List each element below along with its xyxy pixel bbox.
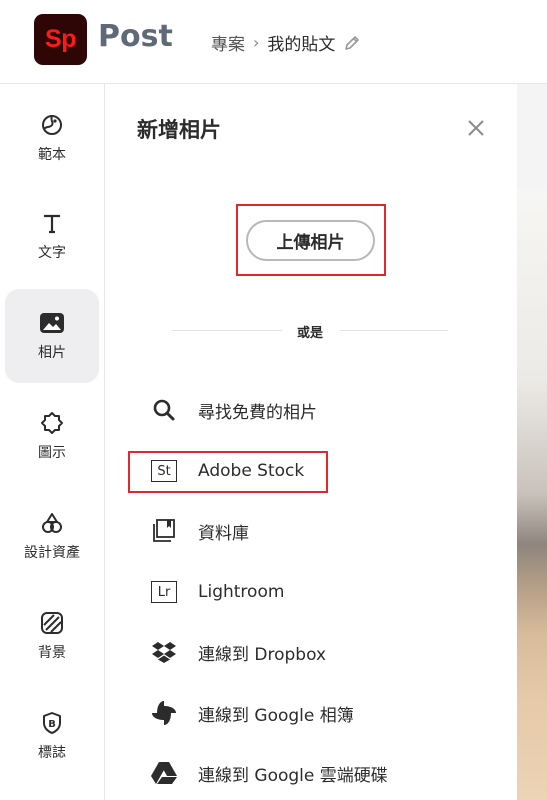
libraries-icon [150,517,178,545]
add-photo-panel: 新增相片 上傳相片 或是 尋找免費的相片 St Adobe Stock 資料庫 … [105,84,517,800]
preview-photo [517,189,547,800]
logo-text: Sp [45,25,76,53]
design-assets-icon [39,510,65,536]
app-header: Sp Post 專案 › 我的貼文 [0,0,547,84]
breadcrumb-current-title[interactable]: 我的貼文 [267,30,335,55]
source-dropbox[interactable]: 連線到 Dropbox [150,634,490,670]
source-label: 資料庫 [198,523,249,544]
breadcrumb: 專案 › 我的貼文 [211,30,361,55]
source-label: Lightroom [198,582,285,602]
rail-label: 相片 [38,345,66,361]
rail-item-brand[interactable]: B 標誌 [5,689,99,783]
rail-label: 設計資產 [24,545,80,561]
svg-text:B: B [48,719,56,730]
rail-item-design-assets[interactable]: 設計資產 [5,489,99,583]
search-icon [150,396,178,424]
image-icon [39,310,65,336]
canvas-preview[interactable] [517,84,547,800]
source-label: 連線到 Google 相簿 [198,705,354,726]
source-google-drive[interactable]: 連線到 Google 雲端硬碟 [150,755,490,791]
source-label: 連線到 Dropbox [198,644,327,665]
rail-label: 範本 [38,147,66,163]
left-rail: 範本 文字 相片 圖示 設計資產 背景 B 標誌 [0,84,105,800]
background-icon [39,610,65,636]
rail-label: 標誌 [38,745,66,761]
template-icon [39,112,65,138]
google-drive-icon [150,759,178,787]
google-photos-icon [150,699,178,727]
rail-item-templates[interactable]: 範本 [5,91,99,185]
close-icon[interactable] [465,117,487,139]
breadcrumb-projects-link[interactable]: 專案 [211,30,245,55]
text-icon [39,210,65,236]
panel-title: 新增相片 [137,118,221,142]
source-lightroom[interactable]: Lr Lightroom [150,574,490,610]
source-adobe-stock[interactable]: St Adobe Stock [150,453,490,489]
rail-item-icons[interactable]: 圖示 [5,389,99,483]
upload-photo-button[interactable]: 上傳相片 [246,220,375,261]
dropbox-icon [150,638,178,666]
shape-icon [39,410,65,436]
source-libraries[interactable]: 資料庫 [150,513,490,549]
source-label: Adobe Stock [198,461,305,481]
adobe-stock-icon: St [150,457,178,485]
rail-item-text[interactable]: 文字 [5,189,99,283]
rail-item-photos[interactable]: 相片 [5,289,99,383]
rail-label: 文字 [38,245,66,261]
breadcrumb-separator: › [253,33,260,52]
lightroom-badge: Lr [151,581,177,603]
rail-label: 圖示 [38,445,66,461]
or-label: 或是 [296,326,323,341]
source-free-photos[interactable]: 尋找免費的相片 [150,392,490,428]
app-name: Post [98,19,173,54]
pencil-icon[interactable] [343,34,361,52]
source-label: 連線到 Google 雲端硬碟 [198,765,388,786]
rail-item-background[interactable]: 背景 [5,589,99,683]
or-divider: 或是 [172,320,448,341]
rail-label: 背景 [38,645,66,661]
source-label: 尋找免費的相片 [198,402,317,423]
spark-post-logo[interactable]: Sp [34,14,87,65]
source-google-photos[interactable]: 連線到 Google 相簿 [150,695,490,731]
brand-icon: B [39,710,65,736]
lightroom-icon: Lr [150,578,178,606]
adobe-stock-badge: St [151,460,177,482]
